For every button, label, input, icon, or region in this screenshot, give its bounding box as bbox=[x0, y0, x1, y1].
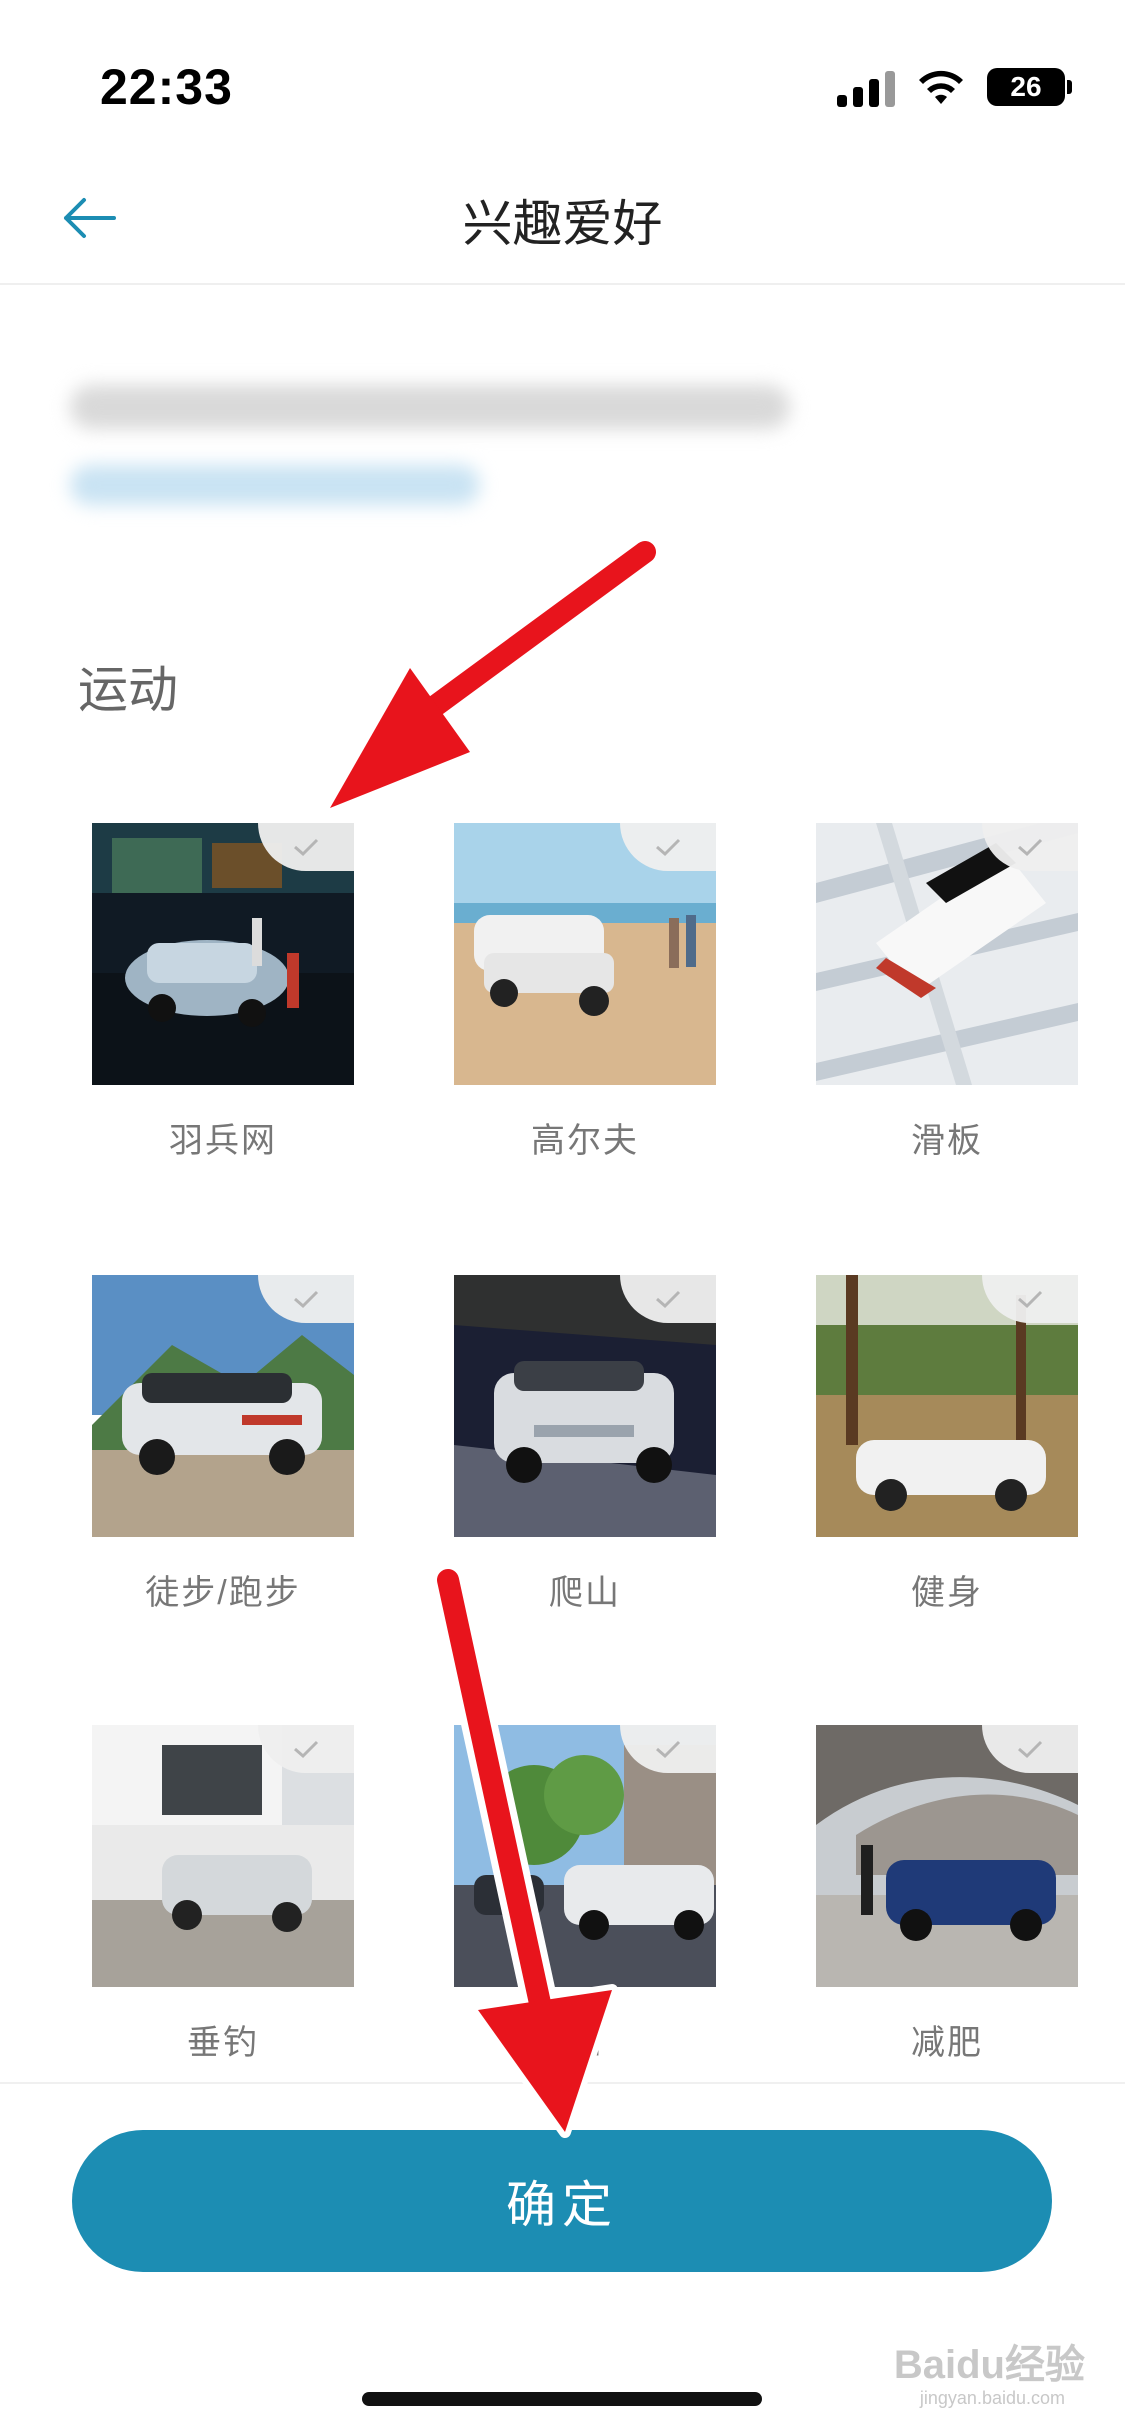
interest-item[interactable]: 健身 bbox=[816, 1275, 1078, 1655]
interest-item[interactable]: 羽兵网 bbox=[92, 823, 354, 1203]
annotation-arrow-icon bbox=[324, 534, 663, 814]
interest-item[interactable]: 垂钓 bbox=[92, 1725, 354, 2105]
interest-label: 垂钓 bbox=[187, 2024, 259, 2062]
confirm-button[interactable]: 确定 bbox=[72, 2130, 1052, 2272]
interest-label: 羽兵网 bbox=[169, 1122, 277, 1160]
nav-bar: 兴趣爱好 bbox=[0, 150, 1125, 285]
interest-label: 高尔夫 bbox=[531, 1122, 639, 1160]
cellular-signal-icon bbox=[837, 67, 895, 107]
status-bar: 22:33 26 bbox=[0, 0, 1125, 150]
watermark-url: jingyan.baidu.com bbox=[919, 2388, 1065, 2408]
battery-icon: 26 bbox=[987, 68, 1072, 106]
interest-label: 爬山 bbox=[549, 1574, 621, 1612]
watermark: Baidu经验 bbox=[893, 2343, 1085, 2387]
interest-item[interactable]: 爬山 bbox=[454, 1275, 716, 1655]
interest-label: 徒步/跑步 bbox=[145, 1574, 301, 1612]
status-icons: 26 bbox=[837, 62, 1072, 112]
interest-item[interactable]: 伽 bbox=[454, 1725, 716, 2105]
wifi-icon bbox=[919, 70, 963, 104]
interest-label: 减肥 bbox=[911, 2024, 983, 2062]
blurred-description bbox=[70, 365, 830, 525]
interest-item[interactable]: 徒步/跑步 bbox=[92, 1275, 354, 1655]
home-indicator[interactable] bbox=[362, 2392, 762, 2406]
interest-label: 滑板 bbox=[911, 1122, 983, 1160]
interest-label: 伽 bbox=[567, 2024, 603, 2062]
interest-item[interactable]: 高尔夫 bbox=[454, 823, 716, 1203]
bottom-divider bbox=[0, 2082, 1125, 2084]
interest-label: 健身 bbox=[911, 1574, 983, 1612]
interest-item[interactable]: 减肥 bbox=[816, 1725, 1078, 2105]
page-title: 兴趣爱好 bbox=[462, 196, 663, 252]
interest-item[interactable]: 滑板 bbox=[816, 823, 1078, 1203]
section-title: 运动 bbox=[78, 662, 178, 718]
status-time: 22:33 bbox=[100, 59, 233, 115]
